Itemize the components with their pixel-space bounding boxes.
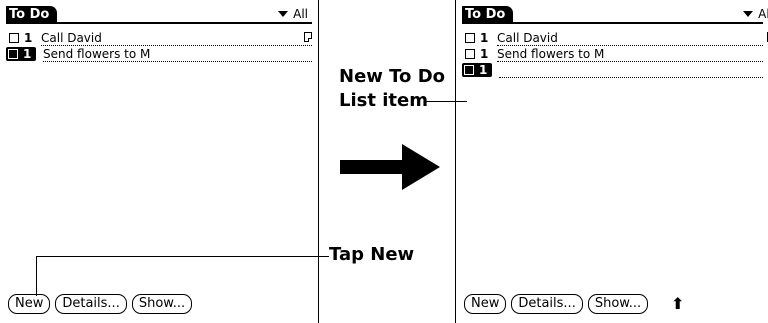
- big-right-arrow-icon: [340, 144, 440, 190]
- completed-checkbox[interactable]: [465, 33, 475, 43]
- todo-description[interactable]: Call David: [41, 31, 312, 46]
- todo-description[interactable]: Send flowers to M: [43, 47, 312, 62]
- todo-list: 1 Call David 1 Send flowers to M: [6, 30, 312, 62]
- callout-leader-line: [36, 256, 37, 296]
- new-button[interactable]: New: [8, 294, 51, 314]
- todo-row[interactable]: 1 Send flowers to M: [462, 46, 763, 62]
- title-bar: To Do All: [462, 6, 768, 24]
- priority-value[interactable]: 1: [480, 47, 490, 61]
- button-bar: New Details... Show...: [8, 294, 193, 314]
- todo-description-input[interactable]: [499, 63, 763, 78]
- category-label: All: [758, 7, 768, 21]
- completed-checkbox[interactable]: [9, 33, 19, 43]
- todo-row-selected[interactable]: 1 Send flowers to M: [6, 46, 312, 62]
- callout-tap-new-label: Tap New: [329, 244, 415, 265]
- details-button[interactable]: Details...: [55, 294, 127, 314]
- title-bar: To Do All: [6, 6, 312, 24]
- right-todo-screen: To Do All 1 Call David 1 Send flowers to…: [455, 0, 768, 323]
- todo-row[interactable]: 1 Call David: [462, 30, 768, 46]
- todo-description[interactable]: Call David: [497, 31, 763, 46]
- show-button[interactable]: Show...: [587, 294, 649, 314]
- title-underline: [6, 22, 312, 24]
- category-picker[interactable]: All: [278, 6, 308, 22]
- completed-checkbox[interactable]: [465, 49, 475, 59]
- selection-highlight: 1: [6, 47, 36, 61]
- left-todo-screen: To Do All 1 Call David 1 Send flowers to…: [0, 0, 319, 323]
- priority-value[interactable]: 1: [479, 63, 489, 77]
- details-button[interactable]: Details...: [511, 294, 583, 314]
- completed-checkbox[interactable]: [8, 49, 18, 59]
- callout-new-item-label: New To Do List item: [339, 66, 445, 111]
- todo-list: 1 Call David 1 Send flowers to M 1: [462, 30, 768, 78]
- new-button[interactable]: New: [464, 294, 507, 314]
- priority-value[interactable]: 1: [480, 31, 490, 45]
- button-bar: New Details... Show... ⬆: [464, 294, 685, 314]
- dropdown-triangle-icon: [278, 11, 289, 17]
- todo-row[interactable]: 1 Call David: [6, 30, 312, 46]
- title-underline: [462, 22, 763, 24]
- category-picker[interactable]: All: [743, 6, 768, 22]
- priority-value[interactable]: 1: [24, 31, 34, 45]
- selection-highlight: 1: [462, 63, 492, 77]
- todo-description[interactable]: Send flowers to M: [497, 47, 763, 62]
- callout-leader-line: [36, 256, 329, 257]
- category-label: All: [293, 7, 308, 21]
- note-icon[interactable]: [304, 32, 312, 42]
- show-button[interactable]: Show...: [131, 294, 193, 314]
- priority-value[interactable]: 1: [23, 47, 33, 61]
- up-arrow-icon[interactable]: ⬆: [671, 296, 684, 312]
- dropdown-triangle-icon: [743, 11, 754, 17]
- completed-checkbox[interactable]: [464, 65, 474, 75]
- callout-leader-line: [425, 101, 467, 102]
- todo-row-new[interactable]: 1: [462, 62, 763, 78]
